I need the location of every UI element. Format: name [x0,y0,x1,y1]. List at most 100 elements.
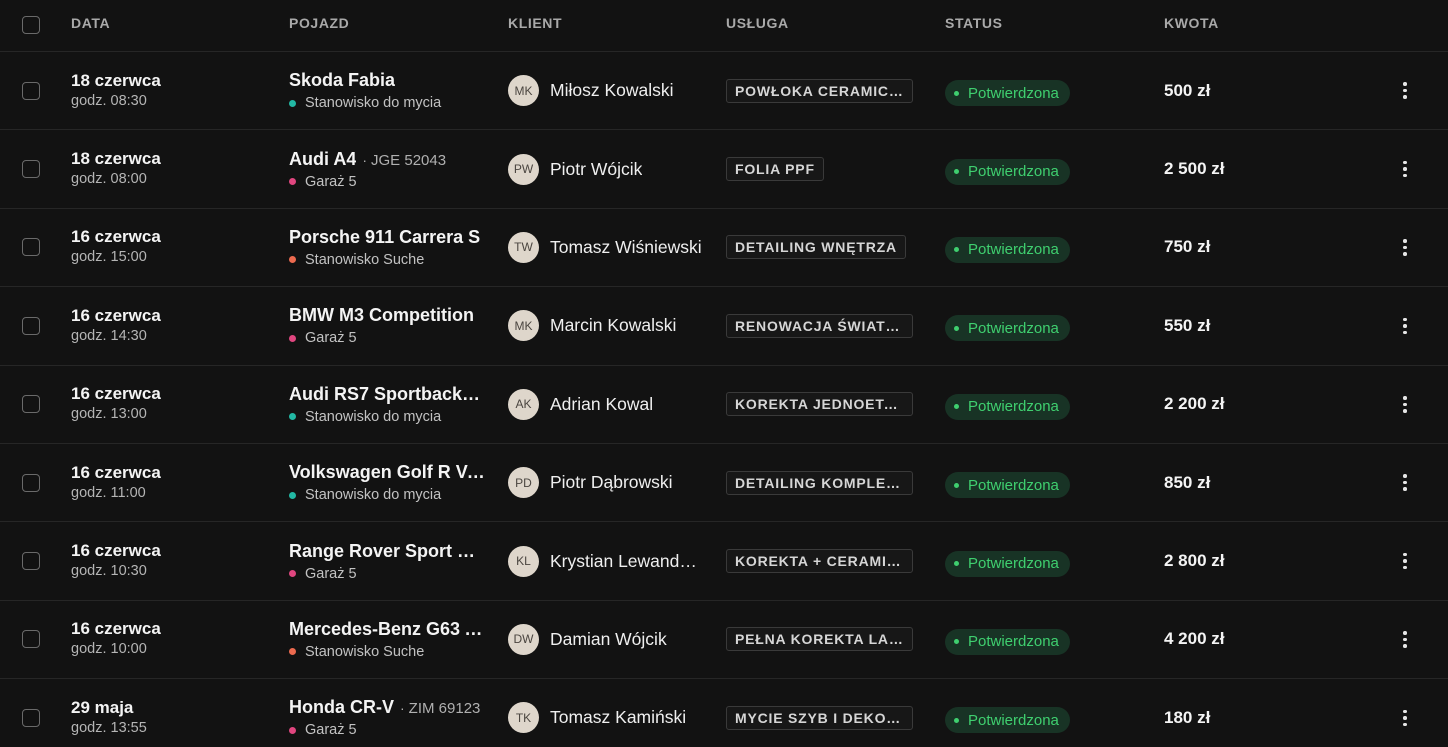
row-checkbox[interactable] [22,316,40,335]
location-dot-icon [289,491,296,499]
location-dot-icon [289,726,296,734]
column-header-vehicle[interactable]: POJAZD [289,0,489,51]
service-label: MYCIE SZYB I DEKONTAMINACJA [735,709,904,726]
service-badge: MYCIE SZYB I DEKONTAMINACJA [726,705,913,730]
booking-date: 16 czerwca [71,541,161,561]
bookings-table: DATA POJAZD KLIENT USŁUGA STATUS KWOTA 1… [0,0,1448,747]
booking-time: godz. 10:30 [71,563,147,580]
row-checkbox[interactable] [22,708,40,727]
table-row[interactable]: 16 czerwca godz. 10:30 Range Rover Sport… [0,522,1448,601]
amount-value: 550 zł [1164,315,1211,335]
client-name[interactable]: Adrian Kowal [550,394,653,415]
booking-date: 16 czerwca [71,227,161,247]
client-avatar: AK [508,388,539,420]
status-badge: Potwierdzona [945,315,1070,342]
location-name: Garaż 5 [305,330,357,347]
client-name[interactable]: Damian Wójcik [550,629,667,650]
client-cell: TK Tomasz Kamiński [508,679,708,747]
service-label: DETAILING WNĘTRZA [735,239,897,256]
service-label: RENOWACJA ŚWIATEŁ [735,317,904,334]
booking-date: 18 czerwca [71,149,161,169]
location-dot-icon [289,334,296,342]
amount-cell: 2 200 zł [1164,366,1364,443]
table-body: 18 czerwca godz. 08:30 Skoda Fabia · Sta… [0,52,1448,747]
client-cell: MK Marcin Kowalski [508,287,708,364]
vehicle-cell: Audi RS7 Sportback Performance · Stanowi… [289,366,489,443]
client-cell: PD Piotr Dąbrowski [508,444,708,521]
amount-cell: 2 800 zł [1164,522,1364,599]
select-all-checkbox[interactable] [22,16,40,34]
status-badge: Potwierdzona [945,80,1070,107]
location-dot-icon [289,648,296,656]
service-label: KOREKTA + CERAMIKA [735,553,904,570]
location-dot-icon [289,570,296,578]
table-row[interactable]: 16 czerwca godz. 11:00 Volkswagen Golf R… [0,444,1448,523]
service-badge: DETAILING KOMPLEKSOWY [726,470,913,495]
client-name[interactable]: Marcin Kowalski [550,315,676,336]
status-badge: Potwierdzona [945,628,1070,655]
vehicle-name: Audi RS7 Sportback Performance [289,383,485,404]
row-checkbox[interactable] [22,552,40,571]
row-checkbox-cell [22,366,44,443]
service-badge: FOLIA PPF [726,157,824,182]
service-label: POWŁOKA CERAMICZNA [735,82,904,99]
service-badge: KOREKTA JEDNOETAPOWA [726,392,913,417]
more-options-icon[interactable] [1395,235,1415,260]
client-name[interactable]: Piotr Wójcik [550,159,642,180]
client-name[interactable]: Miłosz Kowalski [550,80,674,101]
booking-time: godz. 15:00 [71,249,147,266]
client-name[interactable]: Piotr Dąbrowski [550,472,673,493]
client-avatar: MK [508,310,539,342]
location-name: Garaż 5 [305,722,357,739]
status-badge: Potwierdzona [945,472,1070,499]
status-label: Potwierdzona [968,84,1059,102]
status-label: Potwierdzona [968,163,1059,181]
location-name: Stanowisko Suche [305,251,425,268]
row-checkbox[interactable] [22,473,40,492]
column-header-client[interactable]: KLIENT [508,0,708,51]
vehicle-cell: Volkswagen Golf R Variant · Stanowisko d… [289,444,489,521]
column-header-service[interactable]: USŁUGA [726,0,926,51]
row-checkbox-cell [22,52,44,129]
menu-cell [1390,444,1420,521]
booking-time: godz. 11:00 [71,484,146,501]
service-badge: PEŁNA KOREKTA LAKIERU [726,627,913,652]
row-checkbox[interactable] [22,238,40,257]
table-row[interactable]: 16 czerwca godz. 14:30 BMW M3 Competitio… [0,287,1448,366]
more-options-icon[interactable] [1395,549,1415,574]
more-options-icon[interactable] [1395,706,1415,731]
table-row[interactable]: 18 czerwca godz. 08:00 Audi A4 · JGE 520… [0,130,1448,209]
client-name[interactable]: Krystian Lewandowski [550,551,704,572]
client-name[interactable]: Tomasz Kamiński [550,707,686,728]
more-options-icon[interactable] [1395,78,1415,103]
column-header-date[interactable]: DATA [71,0,271,51]
client-name[interactable]: Tomasz Wiśniewski [550,237,702,258]
status-dot-icon [954,404,959,410]
more-options-icon[interactable] [1395,470,1415,495]
more-options-icon[interactable] [1395,157,1415,182]
date-cell: 16 czerwca godz. 15:00 [71,209,271,286]
table-row[interactable]: 29 maja godz. 13:55 Honda CR-V · ZIM 691… [0,679,1448,747]
more-options-icon[interactable] [1395,627,1415,652]
table-row[interactable]: 18 czerwca godz. 08:30 Skoda Fabia · Sta… [0,52,1448,131]
table-row[interactable]: 16 czerwca godz. 15:00 Porsche 911 Carre… [0,209,1448,288]
amount-cell: 850 zł [1164,444,1364,521]
row-checkbox[interactable] [22,630,40,649]
more-options-icon[interactable] [1395,392,1415,417]
service-cell: KOREKTA JEDNOETAPOWA [726,366,926,443]
table-row[interactable]: 16 czerwca godz. 13:00 Audi RS7 Sportbac… [0,366,1448,444]
more-options-icon[interactable] [1395,314,1415,339]
column-header-amount[interactable]: KWOTA [1164,0,1364,51]
row-checkbox[interactable] [22,395,40,414]
vehicle-name: Audi A4 [289,148,357,169]
client-avatar: KL [508,545,539,577]
column-header-status[interactable]: STATUS [945,0,1145,51]
row-checkbox[interactable] [22,81,40,100]
vehicle-cell: Range Rover Sport HSE · Garaż 5 [289,522,489,599]
status-cell: Potwierdzona [945,130,1145,207]
row-checkbox[interactable] [22,160,40,179]
table-row[interactable]: 16 czerwca godz. 10:00 Mercedes-Benz G63… [0,601,1448,680]
amount-value: 500 zł [1164,80,1211,100]
vehicle-cell: Audi A4 · JGE 52043 Garaż 5 [289,130,489,207]
client-avatar: PD [508,467,539,499]
